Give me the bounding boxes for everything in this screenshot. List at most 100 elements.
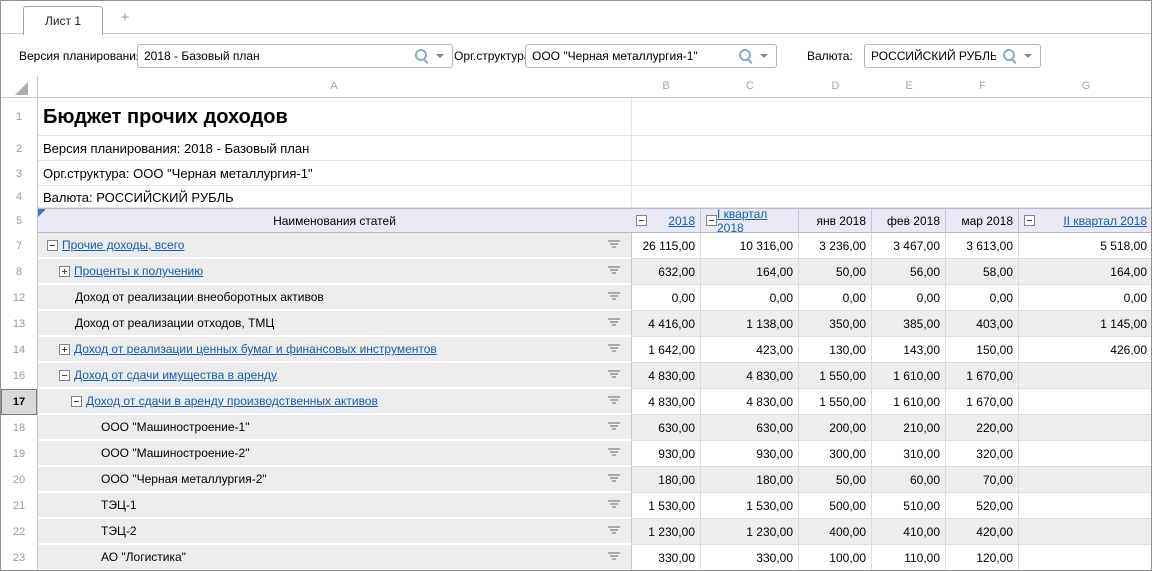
filter-icon[interactable] [607,292,621,302]
article-label[interactable]: Доход от сдачи в аренду производственных… [86,394,378,408]
article-cell[interactable]: ООО "Машиностроение-2" [38,441,631,465]
value-cell[interactable]: 150,00 [946,337,1019,363]
value-cell[interactable]: 0,00 [872,285,946,311]
value-cell[interactable]: 426,00 [1019,337,1152,363]
search-icon[interactable] [1003,49,1017,63]
search-icon[interactable] [415,49,429,63]
expand-plus-icon[interactable] [59,344,70,355]
filter-icon[interactable] [607,240,621,250]
value-cell[interactable]: 100,00 [799,545,872,571]
row-number[interactable]: 17 [1,389,37,415]
value-cell[interactable]: 310,00 [872,441,946,467]
value-cell[interactable]: 930,00 [632,441,701,467]
column-letter[interactable]: C [701,76,799,97]
column-letter[interactable]: D [799,76,872,97]
value-cell[interactable]: 220,00 [946,415,1019,441]
period-header-label[interactable]: II квартал 2018 [1063,214,1152,228]
filter-icon[interactable] [607,266,621,276]
currency-input[interactable]: РОССИЙСКИЙ РУБЛЬ [864,44,1041,68]
sheet-tab[interactable]: Лист 1 [23,6,103,35]
article-label[interactable]: Доход от реализации ценных бумаг и финан… [74,342,437,356]
value-cell[interactable]: 350,00 [799,311,872,337]
value-cell[interactable]: 423,00 [701,337,799,363]
article-cell[interactable]: Проценты к получению [38,259,631,283]
value-cell[interactable]: 403,00 [946,311,1019,337]
row-number[interactable]: 7 [1,233,37,259]
article-label[interactable]: Доход от сдачи имущества в аренду [74,368,277,382]
article-cell[interactable]: Доход от реализации отходов, ТМЦ [38,311,631,335]
value-cell[interactable]: 1 138,00 [701,311,799,337]
filter-icon[interactable] [607,474,621,484]
value-cell[interactable]: 630,00 [701,415,799,441]
value-cell[interactable]: 330,00 [701,545,799,571]
value-cell[interactable] [1019,545,1152,571]
value-cell[interactable] [1019,415,1152,441]
period-header-cell[interactable]: II квартал 2018 [1019,208,1152,233]
value-cell[interactable]: 60,00 [872,467,946,493]
value-cell[interactable] [1019,389,1152,415]
value-cell[interactable]: 180,00 [632,467,701,493]
value-cell[interactable]: 50,00 [799,259,872,285]
row-number[interactable]: 5 [1,208,37,233]
value-cell[interactable]: 4 830,00 [701,389,799,415]
column-letter[interactable]: E [872,76,946,97]
period-collapse-icon[interactable] [636,215,647,226]
article-label[interactable]: Прочие доходы, всего [62,238,184,252]
value-cell[interactable]: 520,00 [946,493,1019,519]
column-letter[interactable]: A [37,76,631,97]
value-cell[interactable]: 1 530,00 [632,493,701,519]
value-cell[interactable]: 1 230,00 [701,519,799,545]
value-cell[interactable]: 3 467,00 [872,233,946,259]
value-cell[interactable]: 4 830,00 [701,363,799,389]
value-cell[interactable]: 70,00 [946,467,1019,493]
value-cell[interactable] [1019,441,1152,467]
period-header-cell[interactable]: фев 2018 [872,208,946,233]
period-collapse-icon[interactable] [706,215,717,226]
column-letter[interactable]: F [946,76,1019,97]
value-cell[interactable]: 630,00 [632,415,701,441]
value-cell[interactable]: 1 610,00 [872,363,946,389]
period-header-cell[interactable]: янв 2018 [799,208,872,233]
expand-minus-icon[interactable] [59,370,70,381]
column-letter[interactable]: B [631,76,701,97]
value-cell[interactable]: 1 230,00 [632,519,701,545]
value-cell[interactable]: 385,00 [872,311,946,337]
value-cell[interactable]: 5 518,00 [1019,233,1152,259]
value-cell[interactable]: 632,00 [632,259,701,285]
value-cell[interactable]: 120,00 [946,545,1019,571]
value-cell[interactable]: 0,00 [701,285,799,311]
value-cell[interactable]: 510,00 [872,493,946,519]
filter-icon[interactable] [607,370,621,380]
value-cell[interactable]: 330,00 [632,545,701,571]
value-cell[interactable]: 500,00 [799,493,872,519]
row-number[interactable]: 18 [1,415,37,441]
filter-icon[interactable] [607,500,621,510]
value-cell[interactable]: 930,00 [701,441,799,467]
row-number[interactable]: 13 [1,311,37,337]
period-header-cell[interactable]: мар 2018 [946,208,1019,233]
row-number[interactable]: 2 [1,136,37,161]
value-cell[interactable]: 164,00 [1019,259,1152,285]
value-cell[interactable]: 420,00 [946,519,1019,545]
select-all-corner[interactable] [15,82,29,96]
period-collapse-icon[interactable] [1024,215,1035,226]
row-number[interactable]: 23 [1,545,37,571]
value-cell[interactable]: 400,00 [799,519,872,545]
value-cell[interactable]: 410,00 [872,519,946,545]
article-cell[interactable]: ТЭЦ-2 [38,519,631,543]
expand-minus-icon[interactable] [47,240,58,251]
filter-icon[interactable] [607,344,621,354]
value-cell[interactable] [1019,363,1152,389]
article-cell[interactable]: Доход от реализации ценных бумаг и финан… [38,337,631,361]
value-cell[interactable] [1019,519,1152,545]
filter-icon[interactable] [607,396,621,406]
period-header-cell[interactable]: I квартал 2018 [701,208,799,233]
filter-icon[interactable] [607,552,621,562]
search-icon[interactable] [739,49,753,63]
filter-icon[interactable] [607,318,621,328]
article-cell[interactable]: Доход от сдачи имущества в аренду [38,363,631,387]
value-cell[interactable]: 4 830,00 [632,389,701,415]
value-cell[interactable]: 164,00 [701,259,799,285]
column-letter[interactable]: G [1019,76,1152,97]
dropdown-caret-icon[interactable] [760,54,768,58]
